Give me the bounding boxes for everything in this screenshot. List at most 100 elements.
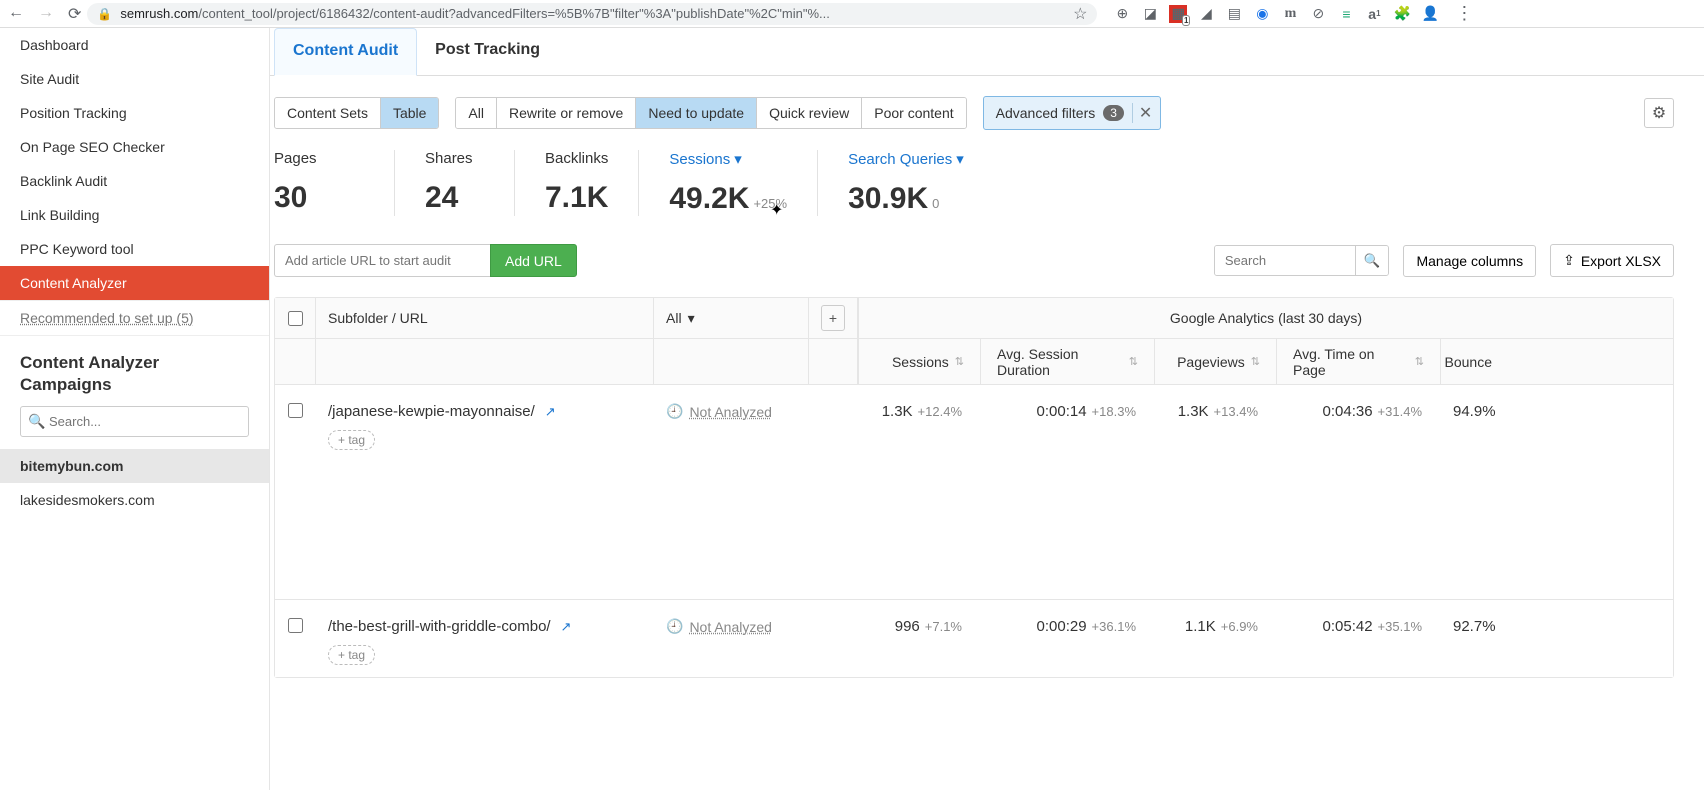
add-column-button[interactable]: + — [821, 305, 845, 331]
sidebar-item-position-tracking[interactable]: Position Tracking — [0, 96, 269, 130]
forward-icon[interactable]: → — [38, 4, 54, 24]
sidebar-search-input[interactable] — [20, 406, 249, 437]
sidebar-title-1: Content Analyzer — [20, 353, 159, 372]
col-bounce[interactable]: Bounce — [1440, 339, 1508, 384]
metrics-row: Pages 30 Shares 24 Backlinks 7.1K Sessio… — [270, 150, 1674, 244]
profile-icon[interactable]: 👤 — [1421, 5, 1439, 23]
row-asd: 0:00:14 — [1037, 403, 1087, 420]
row-asd: 0:00:29 — [1037, 618, 1087, 635]
ext-icon-2[interactable]: ◪ — [1141, 5, 1159, 23]
row-checkbox[interactable] — [288, 618, 303, 633]
back-icon[interactable]: ← — [8, 4, 24, 24]
lock-icon: 🔒 — [97, 7, 112, 21]
sidebar-title-2: Campaigns — [20, 375, 112, 394]
status-filter: All Rewrite or remove Need to update Qui… — [455, 97, 966, 129]
sidebar-item-backlink-audit[interactable]: Backlink Audit — [0, 164, 269, 198]
row-pv: 1.1K — [1185, 618, 1216, 635]
sidebar-recommended[interactable]: Recommended to set up (5) — [0, 300, 269, 336]
metric-queries-dropdown[interactable]: Search Queries ▾ — [848, 150, 964, 168]
address-bar[interactable]: 🔒 semrush.com/content_tool/project/61864… — [87, 3, 1097, 25]
sidebar-item-content-analyzer[interactable]: Content Analyzer — [0, 266, 269, 300]
sidebar-item-site-audit[interactable]: Site Audit — [0, 62, 269, 96]
col-sessions[interactable]: Sessions⇅ — [858, 339, 980, 384]
sidebar-item-link-building[interactable]: Link Building — [0, 198, 269, 232]
filter-rewrite[interactable]: Rewrite or remove — [497, 98, 636, 128]
table-search-button[interactable]: 🔍 — [1355, 246, 1389, 275]
ext-icon-10[interactable]: a1 — [1365, 5, 1383, 23]
row-asd-delta: +18.3% — [1092, 404, 1136, 419]
row-atp: 0:05:42 — [1323, 618, 1373, 635]
star-icon[interactable]: ☆ — [1073, 4, 1087, 24]
metric-sessions-dropdown[interactable]: Sessions ▾ — [669, 150, 787, 168]
metric-queries-label: Search Queries — [848, 151, 952, 168]
row-pv: 1.3K — [1178, 403, 1209, 420]
reload-icon[interactable]: ⟳ — [68, 4, 81, 24]
sidebar-item-ppc-keyword[interactable]: PPC Keyword tool — [0, 232, 269, 266]
row-status[interactable]: Not Analyzed — [689, 619, 772, 635]
advanced-filters-chip[interactable]: Advanced filters 3 ✕ — [983, 96, 1162, 130]
ext-icon-8[interactable]: ⊘ — [1309, 5, 1327, 23]
ext-icon-3[interactable]: ▦1 — [1169, 5, 1187, 23]
add-tag-button[interactable]: + tag — [328, 430, 375, 450]
campaign-lakesidesmokers[interactable]: lakesidesmokers.com — [0, 483, 269, 517]
ext-icon-1[interactable]: ⊕ — [1113, 5, 1131, 23]
external-link-icon[interactable]: ↗ — [560, 619, 571, 634]
header-add-column: + — [808, 298, 858, 338]
metric-shares: Shares 24 — [394, 150, 514, 216]
row-atp: 0:04:36 — [1323, 403, 1373, 420]
close-icon[interactable]: ✕ — [1132, 103, 1152, 123]
filter-quick[interactable]: Quick review — [757, 98, 862, 128]
filter-poor[interactable]: Poor content — [862, 98, 965, 128]
metric-queries-value: 30.9K — [848, 182, 928, 215]
url-host: semrush.com — [120, 6, 198, 21]
tab-post-tracking[interactable]: Post Tracking — [417, 28, 558, 75]
manage-columns-button[interactable]: Manage columns — [1403, 245, 1536, 277]
filter-update[interactable]: Need to update — [636, 98, 757, 128]
view-table[interactable]: Table — [381, 98, 438, 128]
export-button[interactable]: ⇪Export XLSX — [1550, 244, 1674, 277]
filter-all[interactable]: All — [456, 98, 497, 128]
settings-button[interactable]: ⚙ — [1644, 98, 1674, 128]
col-pageviews[interactable]: Pageviews⇅ — [1154, 339, 1276, 384]
table-search-input[interactable] — [1215, 246, 1355, 275]
metric-pages: Pages 30 — [274, 150, 394, 216]
ext-icon-7[interactable]: m — [1281, 5, 1299, 23]
row-sessions-delta: +7.1% — [925, 619, 962, 634]
row-checkbox[interactable] — [288, 403, 303, 418]
row-url[interactable]: /the-best-grill-with-griddle-combo/ — [328, 618, 551, 635]
col-avg-session-duration[interactable]: Avg. Session Duration⇅ — [980, 339, 1154, 384]
add-url-button[interactable]: Add URL — [490, 244, 577, 277]
ext-icon-6[interactable]: ◉ — [1253, 5, 1271, 23]
extensions-icon[interactable]: 🧩 — [1393, 5, 1411, 23]
header-all-label: All — [666, 310, 682, 326]
ext-icon-9[interactable]: ≡ — [1337, 5, 1355, 23]
select-all-checkbox[interactable] — [288, 311, 303, 326]
add-url-input[interactable] — [274, 244, 490, 277]
col-br-label: Bounce — [1445, 354, 1492, 370]
export-label: Export XLSX — [1581, 253, 1661, 269]
header-checkbox-cell — [275, 298, 315, 338]
metric-sessions-value: 49.2K — [669, 182, 749, 215]
sidebar: Dashboard Site Audit Position Tracking O… — [0, 28, 270, 790]
view-content-sets[interactable]: Content Sets — [275, 98, 381, 128]
ext-icon-4[interactable]: ◢ — [1197, 5, 1215, 23]
row-atp-delta: +31.4% — [1378, 404, 1422, 419]
advanced-filters-label: Advanced filters — [996, 105, 1096, 121]
tab-content-audit[interactable]: Content Audit — [274, 28, 417, 76]
ext-icon-5[interactable]: ▤ — [1225, 5, 1243, 23]
metric-backlinks: Backlinks 7.1K — [514, 150, 638, 216]
header-url[interactable]: Subfolder / URL — [315, 298, 653, 338]
add-tag-button[interactable]: + tag — [328, 645, 375, 665]
menu-icon[interactable]: ⋮ — [1449, 3, 1473, 24]
header-ga-group: Google Analytics (last 30 days) — [858, 298, 1673, 338]
row-url[interactable]: /japanese-kewpie-mayonnaise/ — [328, 403, 535, 420]
browser-toolbar: ← → ⟳ 🔒 semrush.com/content_tool/project… — [0, 0, 1704, 28]
sidebar-item-dashboard[interactable]: Dashboard — [0, 28, 269, 62]
campaign-bitemybun[interactable]: bitemybun.com — [0, 449, 269, 483]
row-status[interactable]: Not Analyzed — [689, 404, 772, 420]
col-avg-time-on-page[interactable]: Avg. Time on Page⇅ — [1276, 339, 1440, 384]
sidebar-item-onpage-seo[interactable]: On Page SEO Checker — [0, 130, 269, 164]
header-all-dropdown[interactable]: All ▾ — [653, 298, 808, 338]
external-link-icon[interactable]: ↗ — [545, 404, 556, 419]
sort-icon: ⇅ — [955, 355, 964, 368]
